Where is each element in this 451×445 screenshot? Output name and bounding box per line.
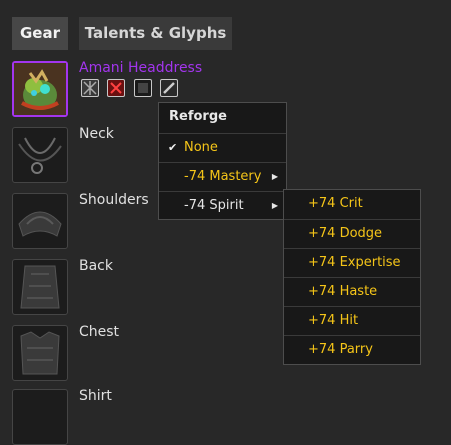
menu-item-label: +74 Parry xyxy=(308,342,373,357)
gem-socket-icon[interactable] xyxy=(107,79,125,97)
reforge-target-hit[interactable]: +74 Hit xyxy=(284,306,420,334)
shoulders-slot-icon[interactable] xyxy=(12,193,68,249)
head-slot-icon[interactable] xyxy=(12,61,68,117)
slot-label-neck: Neck xyxy=(79,126,114,142)
reforge-target-crit[interactable]: +74 Crit xyxy=(284,190,420,218)
reforge-option-none[interactable]: ✔ None xyxy=(159,133,286,161)
reforge-option-mastery[interactable]: -74 Mastery ▶ xyxy=(159,162,286,190)
item-name-amani-headdress[interactable]: Amani Headdress xyxy=(79,60,202,76)
menu-item-label: +74 Haste xyxy=(308,284,378,299)
slot-label-back: Back xyxy=(79,258,113,274)
shirt-slot-icon[interactable] xyxy=(12,389,68,445)
menu-item-label: +74 Dodge xyxy=(308,226,383,241)
menu-item-label: -74 Spirit xyxy=(184,198,244,213)
gem-socket-icon[interactable] xyxy=(81,79,99,97)
menu-item-label: None xyxy=(184,140,218,155)
reforge-target-haste[interactable]: +74 Haste xyxy=(284,277,420,305)
neck-slot-icon[interactable] xyxy=(12,127,68,183)
menu-item-label: -74 Mastery xyxy=(184,169,262,184)
reforge-target-parry[interactable]: +74 Parry xyxy=(284,335,420,363)
triangle-right-icon: ▶ xyxy=(271,201,278,210)
tab-talents-glyphs[interactable]: Talents & Glyphs xyxy=(79,17,232,50)
menu-item-label: +74 Crit xyxy=(308,196,363,211)
chest-slot-icon[interactable] xyxy=(12,325,68,381)
gem-socket-icon[interactable] xyxy=(134,79,152,97)
checkmark-icon: ✔ xyxy=(168,141,178,154)
reforge-option-spirit[interactable]: -74 Spirit ▶ xyxy=(159,191,286,219)
slot-label-chest: Chest xyxy=(79,324,120,340)
menu-item-label: +74 Hit xyxy=(308,313,359,328)
menu-item-label: +74 Expertise xyxy=(308,255,401,270)
slot-label-shoulders: Shoulders xyxy=(79,192,149,208)
reforge-target-expertise[interactable]: +74 Expertise xyxy=(284,248,420,276)
tab-gear[interactable]: Gear xyxy=(12,17,68,50)
reforge-menu-title: Reforge xyxy=(169,109,227,124)
back-slot-icon[interactable] xyxy=(12,259,68,315)
reforge-spirit-submenu: +74 Crit +74 Dodge +74 Expertise +74 Has… xyxy=(283,189,421,365)
enchant-icon[interactable] xyxy=(160,79,178,97)
reforge-target-dodge[interactable]: +74 Dodge xyxy=(284,219,420,247)
slot-label-shirt: Shirt xyxy=(79,388,112,404)
triangle-right-icon: ▶ xyxy=(271,172,278,181)
reforge-menu: Reforge ✔ None -74 Mastery ▶ -74 Spirit … xyxy=(158,102,287,220)
